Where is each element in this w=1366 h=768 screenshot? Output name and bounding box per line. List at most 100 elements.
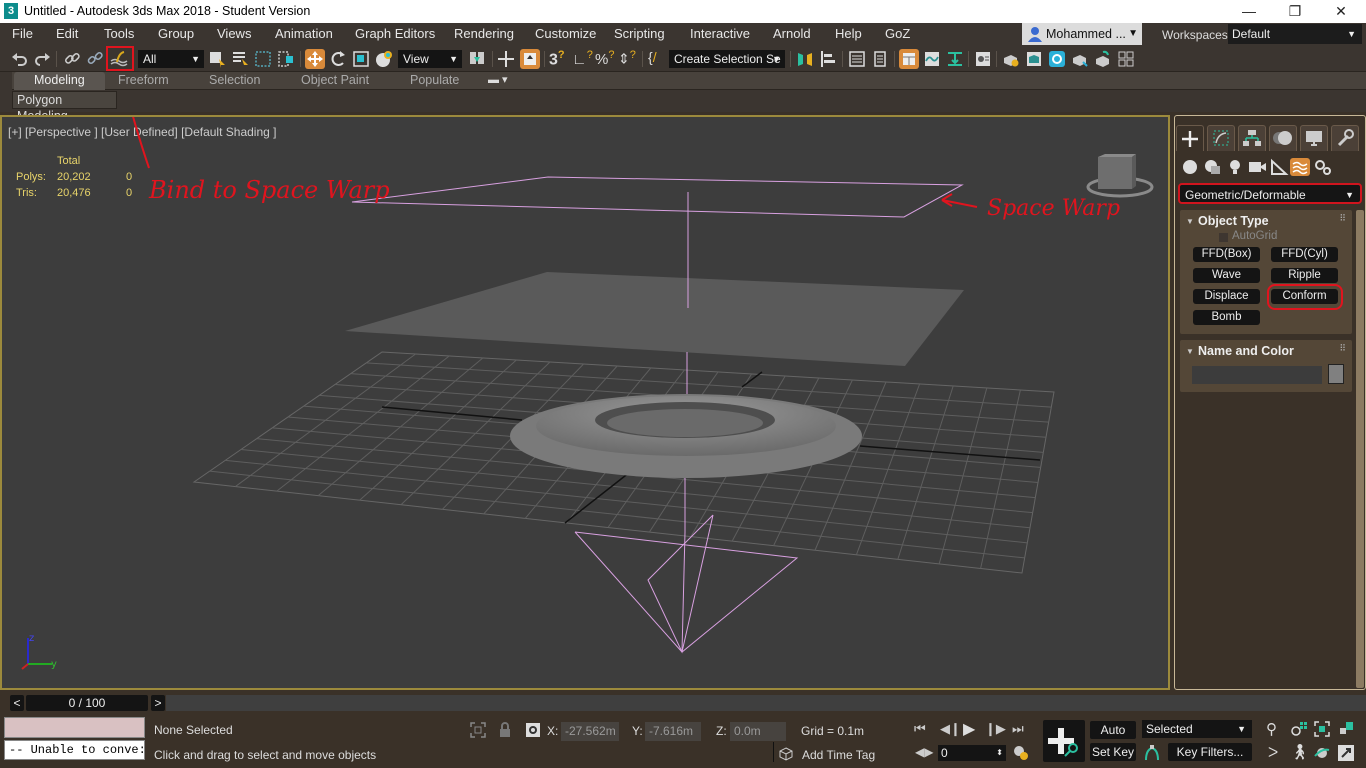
tab-create[interactable]	[1176, 125, 1204, 151]
go-to-end-icon[interactable]: ⏭	[1012, 721, 1024, 737]
window-crossing-icon[interactable]	[276, 49, 296, 69]
maximize-viewport-icon[interactable]	[1337, 744, 1355, 762]
select-and-manipulate-icon[interactable]	[496, 49, 516, 69]
reference-coordinate-dropdown[interactable]: View ▼	[398, 50, 462, 68]
menu-animation[interactable]: Animation	[275, 26, 333, 41]
absolute-mode-transform-icon[interactable]	[524, 721, 542, 739]
geometry-sphere-icon[interactable]	[1181, 158, 1201, 176]
polygon-modeling-button[interactable]: Polygon Modeling	[12, 91, 117, 123]
orbit-icon[interactable]	[1313, 744, 1331, 762]
snaps-toggle-icon[interactable]: 3?	[549, 49, 565, 69]
key-mode-dropdown[interactable]: Selected ▼	[1142, 720, 1252, 738]
undo-icon[interactable]	[10, 49, 30, 69]
minimize-button[interactable]: —	[1226, 0, 1272, 23]
arnold-render-icon[interactable]	[1047, 49, 1067, 69]
displace-button[interactable]: Displace	[1193, 289, 1260, 304]
helpers-icon[interactable]	[1269, 158, 1289, 176]
spinner-snap-icon[interactable]: ⇕?	[618, 49, 636, 68]
add-time-tag-button[interactable]: Add Time Tag	[802, 748, 875, 762]
isolate-selection-icon[interactable]	[469, 721, 487, 739]
tab-display[interactable]	[1300, 125, 1328, 151]
systems-gears-icon[interactable]	[1313, 158, 1333, 176]
time-slider-next[interactable]: >	[151, 695, 165, 711]
autogrid-checkbox[interactable]	[1219, 233, 1228, 242]
tab-utilities[interactable]	[1331, 125, 1359, 151]
tab-modeling[interactable]: Modeling	[14, 72, 105, 90]
time-configuration-icon[interactable]	[1013, 745, 1029, 761]
menu-scripting[interactable]: Scripting	[614, 26, 665, 41]
set-key-big-button[interactable]	[1043, 720, 1085, 762]
toggle-ribbon-icon[interactable]	[899, 49, 919, 69]
edit-named-selection-icon[interactable]: {/	[648, 49, 657, 65]
drag-handle-icon[interactable]: ⠿	[1339, 343, 1346, 354]
object-color-swatch[interactable]	[1328, 364, 1344, 384]
command-panel-scrollbar[interactable]	[1356, 210, 1364, 688]
ffd-cyl-button[interactable]: FFD(Cyl)	[1271, 247, 1338, 262]
keyboard-shortcut-override-icon[interactable]	[520, 49, 540, 69]
menu-edit[interactable]: Edit	[56, 26, 78, 41]
zoom-icon[interactable]: ⚲	[1266, 720, 1277, 738]
schematic-view-icon[interactable]	[945, 49, 965, 69]
curve-editor-icon[interactable]	[922, 49, 942, 69]
pivot-center-icon[interactable]	[467, 49, 487, 69]
selection-lock-icon[interactable]	[497, 721, 513, 739]
drag-handle-icon[interactable]: ⠿	[1339, 213, 1346, 224]
scene-explorer-icon[interactable]	[847, 49, 867, 69]
next-frame-icon[interactable]: ❙▶	[985, 721, 1006, 737]
menu-help[interactable]: Help	[835, 26, 862, 41]
cameras-icon[interactable]	[1247, 158, 1267, 176]
user-account-menu[interactable]: Mohammed ... ▼	[1022, 23, 1142, 45]
rollout-collapse-icon[interactable]: ▼	[1186, 217, 1194, 226]
zoom-all-icon[interactable]	[1290, 720, 1308, 738]
rollout-collapse-icon[interactable]: ▼	[1186, 347, 1194, 356]
maxscript-output[interactable]: -- Unable to conve:	[4, 740, 145, 760]
tab-object-paint[interactable]: Object Paint	[301, 73, 369, 87]
angle-snap-icon[interactable]: ∟?	[572, 49, 593, 68]
render-production-icon[interactable]	[1070, 49, 1090, 69]
space-warp-category-dropdown[interactable]: Geometric/Deformable ▼	[1178, 183, 1362, 204]
time-slider-prev[interactable]: <	[10, 695, 24, 711]
zoom-extents-icon[interactable]	[1313, 720, 1331, 738]
space-warps-icon[interactable]	[1290, 158, 1310, 176]
key-filters-button[interactable]: Key Filters...	[1168, 743, 1252, 761]
current-frame-spinner[interactable]: 0 ⬍	[938, 745, 1006, 761]
render-setup-icon[interactable]	[1001, 49, 1021, 69]
y-coordinate-field[interactable]: -7.616m	[645, 722, 701, 741]
select-by-name-icon[interactable]	[230, 49, 250, 69]
restore-button[interactable]: ❐	[1272, 0, 1318, 23]
mirror-icon[interactable]	[795, 49, 815, 69]
a360-gallery-icon[interactable]	[1116, 49, 1136, 69]
ribbon-options-icon[interactable]: ▬ ▾	[488, 73, 508, 86]
percent-snap-icon[interactable]: %?	[595, 49, 614, 68]
select-and-place-icon[interactable]	[374, 49, 394, 69]
align-icon[interactable]	[818, 49, 838, 69]
field-of-view-icon[interactable]: ᐳ	[1268, 744, 1278, 761]
ripple-button[interactable]: Ripple	[1271, 268, 1338, 283]
time-slider[interactable]: 0 / 100	[26, 695, 148, 711]
z-coordinate-field[interactable]: 0.0m	[730, 722, 786, 741]
select-and-scale-icon[interactable]	[351, 49, 371, 69]
play-icon[interactable]: ▶	[963, 719, 975, 739]
select-object-icon[interactable]	[207, 49, 227, 69]
shapes-icon[interactable]	[1203, 158, 1223, 176]
tab-selection[interactable]: Selection	[209, 73, 260, 87]
menu-group[interactable]: Group	[158, 26, 194, 41]
link-icon[interactable]	[62, 49, 82, 69]
layer-explorer-icon[interactable]	[870, 49, 890, 69]
bomb-button[interactable]: Bomb	[1193, 310, 1260, 325]
tab-populate[interactable]: Populate	[410, 73, 459, 87]
named-selection-sets-dropdown[interactable]: Create Selection Se ▼	[669, 50, 785, 68]
object-type-title[interactable]: Object Type	[1198, 214, 1269, 228]
tab-hierarchy[interactable]	[1238, 125, 1266, 151]
object-name-input[interactable]	[1192, 366, 1322, 384]
selection-filter-dropdown[interactable]: All ▼	[138, 50, 204, 68]
menu-customize[interactable]: Customize	[535, 26, 596, 41]
select-and-move-icon[interactable]	[305, 49, 325, 69]
track-bar[interactable]	[166, 695, 1366, 711]
set-key-button[interactable]: Set Key	[1090, 743, 1136, 761]
wave-button[interactable]: Wave	[1193, 268, 1260, 283]
menu-views[interactable]: Views	[217, 26, 251, 41]
auto-key-button[interactable]: Auto Key	[1090, 721, 1136, 755]
workspaces-dropdown[interactable]: Default ▼	[1228, 24, 1362, 44]
close-button[interactable]: ✕	[1318, 0, 1364, 23]
